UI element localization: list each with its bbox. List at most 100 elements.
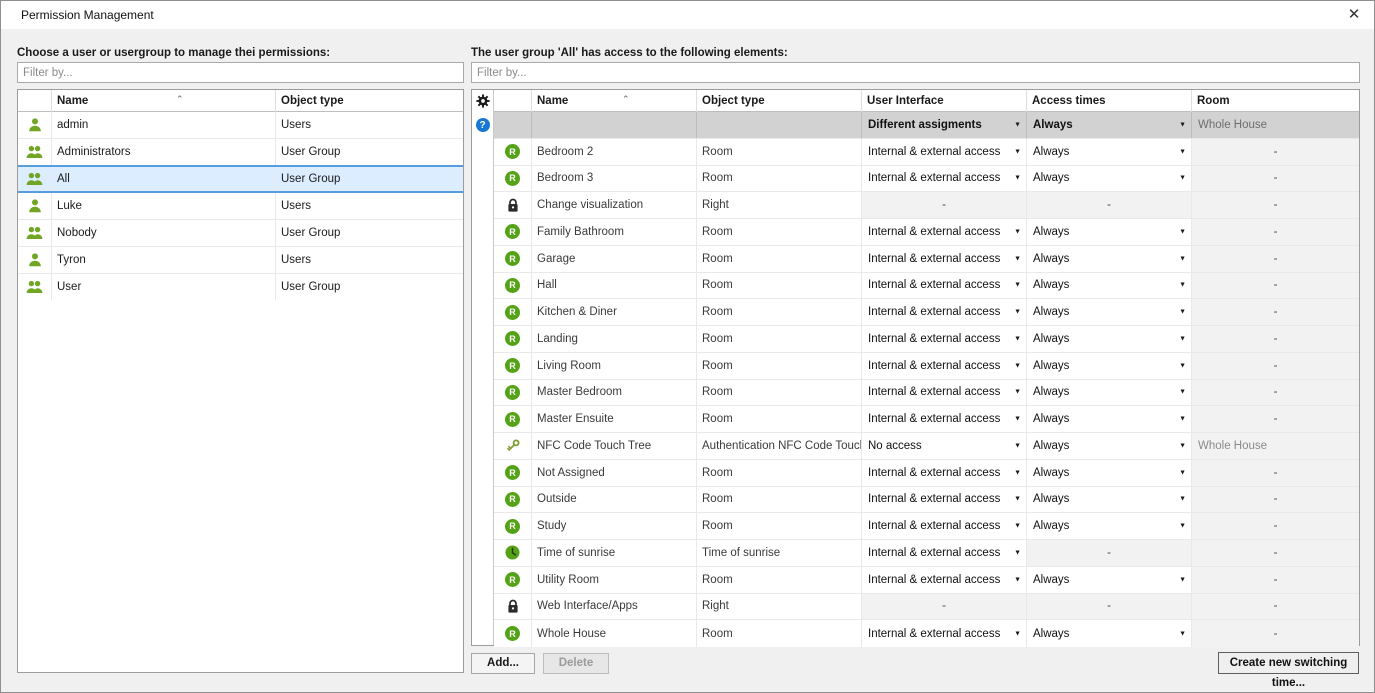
dropdown-cell[interactable]: Internal & external access▼ <box>862 487 1027 513</box>
dropdown-cell[interactable]: Always▼ <box>1027 620 1192 647</box>
dropdown-cell[interactable]: Always▼ <box>1027 273 1192 299</box>
chevron-down-icon: ▼ <box>1179 389 1186 396</box>
element-row[interactable]: Time of sunriseTime of sunriseInternal &… <box>494 540 1359 567</box>
dropdown-cell[interactable]: Always▼ <box>1027 433 1192 459</box>
dropdown-cell[interactable]: Internal & external access▼ <box>862 406 1027 432</box>
element-row[interactable]: RKitchen & DinerRoomInternal & external … <box>494 299 1359 326</box>
elements-icon-column-header[interactable] <box>494 90 532 112</box>
dropdown-cell[interactable]: No access▼ <box>862 433 1027 459</box>
users-name-column-header[interactable]: Name ⌃ <box>52 90 276 112</box>
dropdown-value: Internal & external access <box>868 413 1000 425</box>
chevron-down-icon: ▼ <box>1179 175 1186 182</box>
dropdown-cell[interactable]: Different assigments▼ <box>862 112 1027 138</box>
elements-type-column-header[interactable]: Object type <box>697 90 862 112</box>
element-row[interactable]: NFC Code Touch TreeAuthentication NFC Co… <box>494 433 1359 460</box>
element-row[interactable]: RLiving RoomRoomInternal & external acce… <box>494 353 1359 380</box>
element-row[interactable]: RMaster EnsuiteRoomInternal & external a… <box>494 406 1359 433</box>
right-filter-input[interactable] <box>471 62 1360 83</box>
dropdown-cell[interactable]: Internal & external access▼ <box>862 273 1027 299</box>
element-row[interactable]: RMaster BedroomRoomInternal & external a… <box>494 380 1359 407</box>
element-row[interactable]: RUtility RoomRoomInternal & external acc… <box>494 567 1359 594</box>
dropdown-cell[interactable]: Always▼ <box>1027 380 1192 406</box>
element-row[interactable]: RNot AssignedRoomInternal & external acc… <box>494 460 1359 487</box>
dropdown-cell[interactable]: Internal & external access▼ <box>862 326 1027 352</box>
dropdown-cell[interactable]: Internal & external access▼ <box>862 299 1027 325</box>
summary-row[interactable]: Different assigments▼Always▼Whole House <box>494 112 1359 139</box>
dropdown-cell[interactable]: Internal & external access▼ <box>862 219 1027 245</box>
element-row[interactable]: RWhole HouseRoomInternal & external acce… <box>494 620 1359 647</box>
user-row[interactable]: LukeUsers <box>18 193 463 220</box>
dropdown-cell[interactable]: Internal & external access▼ <box>862 380 1027 406</box>
dropdown-cell[interactable]: Always▼ <box>1027 246 1192 272</box>
chevron-down-icon: ▼ <box>1014 362 1021 369</box>
chevron-down-icon: ▼ <box>1179 469 1186 476</box>
user-name: Luke <box>52 193 276 219</box>
elements-access-column-header[interactable]: Access times <box>1027 90 1192 112</box>
delete-button[interactable]: Delete <box>543 653 609 674</box>
dropdown-value: Different assigments <box>868 119 982 131</box>
dropdown-cell[interactable]: Always▼ <box>1027 166 1192 192</box>
summary-room: Whole House <box>1192 112 1359 138</box>
dropdown-value: No access <box>868 440 922 452</box>
dropdown-cell[interactable]: Internal & external access▼ <box>862 567 1027 593</box>
users-icon-column-header[interactable] <box>18 90 52 112</box>
dropdown-value: Internal & external access <box>868 386 1000 398</box>
dropdown-value: Always <box>1033 253 1069 265</box>
element-object-type: Room <box>697 246 862 272</box>
user-name: admin <box>52 112 276 138</box>
element-name: Master Bedroom <box>532 380 697 406</box>
element-row[interactable]: RGarageRoomInternal & external access▼Al… <box>494 246 1359 273</box>
element-row[interactable]: ROutsideRoomInternal & external access▼A… <box>494 487 1359 514</box>
element-row[interactable]: RBedroom 3RoomInternal & external access… <box>494 166 1359 193</box>
element-row[interactable]: RBedroom 2RoomInternal & external access… <box>494 139 1359 166</box>
dropdown-cell[interactable]: Always▼ <box>1027 299 1192 325</box>
users-type-column-header[interactable]: Object type <box>276 90 463 112</box>
dropdown-cell[interactable]: Always▼ <box>1027 353 1192 379</box>
elements-ui-column-header[interactable]: User Interface <box>862 90 1027 112</box>
dropdown-cell[interactable]: Internal & external access▼ <box>862 513 1027 539</box>
dropdown-cell[interactable]: Internal & external access▼ <box>862 460 1027 486</box>
element-row[interactable]: RLandingRoomInternal & external access▼A… <box>494 326 1359 353</box>
element-row[interactable]: Change visualizationRight--- <box>494 192 1359 219</box>
element-row[interactable]: RStudyRoomInternal & external access▼Alw… <box>494 513 1359 540</box>
dropdown-cell[interactable]: Internal & external access▼ <box>862 246 1027 272</box>
room-icon: R <box>505 305 520 320</box>
disabled-cell: - <box>1192 166 1359 192</box>
user-row[interactable]: UserUser Group <box>18 274 463 301</box>
left-filter-input[interactable] <box>17 62 464 83</box>
dropdown-cell[interactable]: Always▼ <box>1027 139 1192 165</box>
user-group-icon <box>26 144 43 160</box>
element-row[interactable]: RFamily BathroomRoomInternal & external … <box>494 219 1359 246</box>
dropdown-cell[interactable]: Internal & external access▼ <box>862 353 1027 379</box>
dropdown-cell[interactable]: Always▼ <box>1027 326 1192 352</box>
add-button[interactable]: Add... <box>471 653 535 674</box>
dropdown-cell[interactable]: Always▼ <box>1027 460 1192 486</box>
close-icon[interactable]: ✕ <box>1342 4 1366 26</box>
dropdown-cell[interactable]: Internal & external access▼ <box>862 166 1027 192</box>
dropdown-cell[interactable]: Always▼ <box>1027 513 1192 539</box>
elements-room-column-header[interactable]: Room <box>1192 90 1359 112</box>
user-row[interactable]: AllUser Group <box>18 165 463 194</box>
dropdown-cell[interactable]: Always▼ <box>1027 219 1192 245</box>
dropdown-cell[interactable]: Internal & external access▼ <box>862 139 1027 165</box>
element-row[interactable]: Web Interface/AppsRight--- <box>494 594 1359 621</box>
disabled-cell: - <box>1192 380 1359 406</box>
user-row[interactable]: TyronUsers <box>18 247 463 274</box>
dropdown-cell[interactable]: Always▼ <box>1027 487 1192 513</box>
elements-name-column-header[interactable]: Name ⌃ <box>532 90 697 112</box>
user-row[interactable]: AdministratorsUser Group <box>18 139 463 166</box>
user-row[interactable]: NobodyUser Group <box>18 220 463 247</box>
settings-gear-icon[interactable] <box>472 90 493 112</box>
elements-table-header: Name ⌃ Object type User Interface Access… <box>494 90 1359 112</box>
dropdown-cell[interactable]: Always▼ <box>1027 406 1192 432</box>
dropdown-cell[interactable]: Internal & external access▼ <box>862 540 1027 566</box>
dropdown-cell[interactable]: Internal & external access▼ <box>862 620 1027 647</box>
disabled-cell: - <box>1192 139 1359 165</box>
help-icon[interactable]: ? <box>472 112 493 139</box>
dropdown-cell[interactable]: Always▼ <box>1027 112 1192 138</box>
user-row[interactable]: adminUsers <box>18 112 463 139</box>
dropdown-cell[interactable]: Always▼ <box>1027 567 1192 593</box>
dropdown-value: Always <box>1033 628 1069 640</box>
element-row[interactable]: RHallRoomInternal & external access▼Alwa… <box>494 273 1359 300</box>
create-new-switching-time-button[interactable]: Create new switching time... <box>1218 652 1359 674</box>
